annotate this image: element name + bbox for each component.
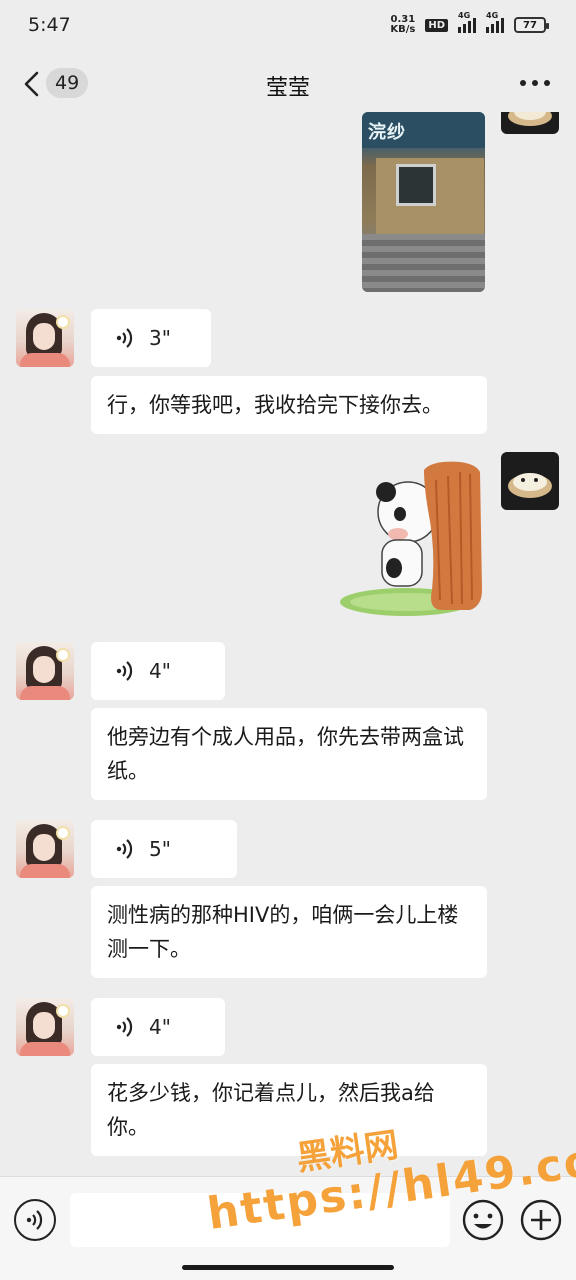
voice-message[interactable]: 4" bbox=[91, 642, 225, 700]
contact-avatar[interactable] bbox=[16, 642, 74, 700]
voice-message[interactable]: 4" bbox=[91, 998, 225, 1056]
more-options-icon[interactable] bbox=[520, 80, 550, 88]
photo-sign: 浣纱 bbox=[362, 112, 485, 148]
voice-wave-icon bbox=[116, 839, 133, 859]
voice-wave-icon bbox=[116, 1017, 133, 1037]
contact-avatar[interactable] bbox=[16, 998, 74, 1056]
contact-avatar[interactable] bbox=[16, 309, 74, 367]
voice-message[interactable]: 3" bbox=[91, 309, 211, 367]
panda-sticker[interactable] bbox=[336, 450, 486, 630]
contact-avatar[interactable] bbox=[16, 820, 74, 878]
status-indicators: 0.31 KB/s HD 4G 4G 77 bbox=[390, 11, 549, 35]
message-list[interactable]: 浣纱 3" 行，你等我吧，我收拾完下接你去。 4" 他旁边有个成人用品，你先去带… bbox=[0, 112, 576, 1174]
text-message[interactable]: 测性病的那种HIV的，咱俩一会儿上楼测一下。 bbox=[91, 886, 487, 978]
text-message[interactable]: 他旁边有个成人用品，你先去带两盒试纸。 bbox=[91, 708, 487, 800]
my-avatar[interactable] bbox=[501, 112, 559, 134]
text-message[interactable]: 花多少钱，你记着点儿，然后我a给你。 bbox=[91, 1064, 487, 1156]
voice-wave-icon bbox=[116, 661, 133, 681]
voice-wave-icon bbox=[116, 328, 133, 348]
voice-duration: 3" bbox=[149, 326, 171, 350]
photo-message[interactable]: 浣纱 bbox=[362, 112, 485, 292]
chat-header: 49 莹莹 bbox=[0, 56, 576, 112]
voice-wave-icon bbox=[26, 1210, 43, 1230]
voice-duration: 4" bbox=[149, 1015, 171, 1039]
status-bar: 5:47 0.31 KB/s HD 4G 4G 77 bbox=[0, 0, 576, 50]
voice-input-button[interactable] bbox=[14, 1199, 56, 1241]
signal-icon-2: 4G bbox=[486, 11, 504, 33]
network-speed: 0.31 KB/s bbox=[390, 14, 416, 35]
battery-icon: 77 bbox=[514, 17, 549, 33]
voice-duration: 5" bbox=[149, 837, 171, 861]
signal-icon: 4G bbox=[458, 11, 476, 33]
emoji-icon[interactable] bbox=[462, 1199, 504, 1241]
text-message[interactable]: 行，你等我吧，我收拾完下接你去。 bbox=[91, 376, 487, 434]
status-time: 5:47 bbox=[28, 14, 71, 36]
voice-duration: 4" bbox=[149, 659, 171, 683]
home-indicator bbox=[182, 1265, 394, 1270]
plus-icon[interactable] bbox=[520, 1199, 562, 1241]
hd-badge: HD bbox=[425, 18, 448, 32]
my-avatar[interactable] bbox=[501, 452, 559, 510]
voice-message[interactable]: 5" bbox=[91, 820, 237, 878]
chat-title: 莹莹 bbox=[265, 76, 310, 101]
